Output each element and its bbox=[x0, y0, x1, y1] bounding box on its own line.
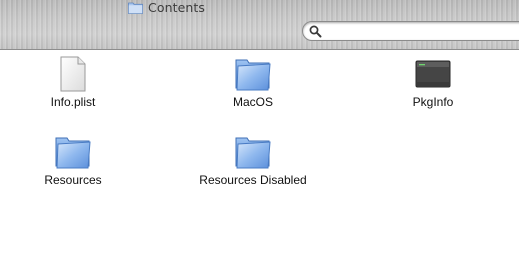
terminal-icon bbox=[415, 60, 451, 88]
window-title: Contents bbox=[148, 0, 206, 15]
folder-item-macos[interactable]: MacOS bbox=[188, 56, 318, 109]
item-label: MacOS bbox=[232, 95, 273, 109]
search-icon bbox=[309, 25, 322, 38]
folder-item-resources-disabled[interactable]: Resources Disabled bbox=[188, 134, 318, 187]
folder-icon bbox=[55, 137, 91, 169]
item-label: Resources Disabled bbox=[199, 173, 307, 187]
window-title-area: Contents bbox=[128, 0, 205, 15]
file-item-pkginfo[interactable]: PkgInfo bbox=[368, 56, 498, 109]
folder-icon bbox=[128, 2, 143, 14]
folder-item-resources[interactable]: Resources bbox=[8, 134, 138, 187]
item-label: Resources bbox=[44, 173, 102, 187]
finder-window: Contents Info.plist MacOS PkgInfo Resour… bbox=[0, 0, 519, 254]
toolbar: Contents bbox=[0, 0, 519, 50]
item-label: PkgInfo bbox=[412, 95, 454, 109]
search-input[interactable] bbox=[325, 23, 519, 39]
document-icon bbox=[60, 56, 86, 92]
folder-icon bbox=[235, 59, 271, 91]
item-label: Info.plist bbox=[50, 95, 96, 109]
folder-icon bbox=[235, 137, 271, 169]
search-field[interactable] bbox=[302, 21, 519, 41]
file-item-info-plist[interactable]: Info.plist bbox=[8, 56, 138, 109]
